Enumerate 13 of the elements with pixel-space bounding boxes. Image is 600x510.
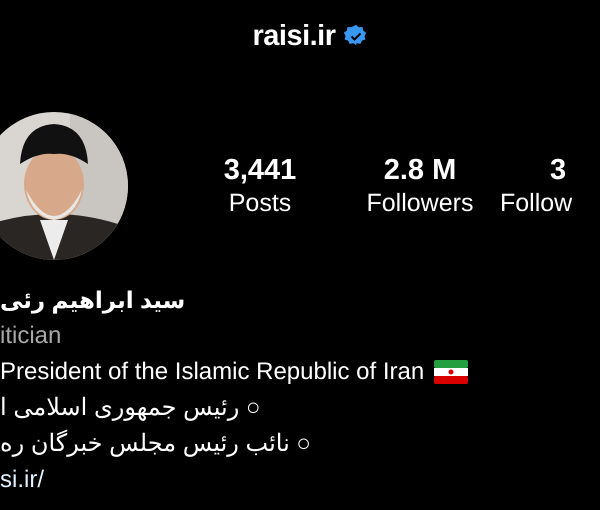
stat-label[interactable]: Followers (366, 187, 474, 219)
stat-label[interactable]: Follow (500, 187, 572, 219)
username: raisi.ir (252, 20, 336, 52)
profile-name: سید ابراهیم رئی (0, 286, 186, 316)
stat-count: 2.8 M (384, 153, 456, 187)
stat-count: 3,441 (224, 153, 296, 187)
stat-count: 3 (550, 153, 566, 187)
bio-line: ○ نائب رئیس مجلس خبرگان ره (0, 428, 311, 459)
bio-line: President of the Islamic Republic of Iran (0, 357, 424, 387)
bio-line: ○ رئیس جمهوری اسلامی ا (0, 393, 260, 423)
website-link[interactable]: si.ir/ (0, 462, 44, 498)
category-label: itician (0, 321, 62, 351)
stat-label[interactable]: Posts (228, 187, 292, 219)
